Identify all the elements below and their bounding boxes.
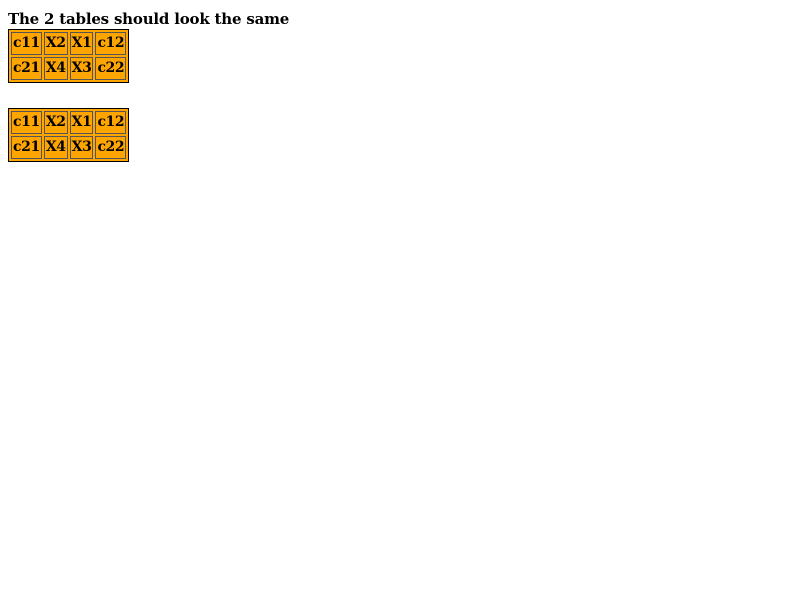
table-cell: X3	[69, 57, 94, 80]
table-cell: X3	[69, 136, 94, 159]
table-row: c21 X4 X3 c22	[11, 136, 127, 159]
table-first: c11 X2 X1 c12 c21 X4 X3 c22	[8, 29, 130, 83]
table-cell: c22	[95, 57, 127, 80]
table-cell: c22	[95, 136, 127, 159]
page-heading: The 2 tables should look the same	[8, 10, 290, 28]
table-cell: c21	[11, 136, 42, 159]
table-row: c11 X2 X1 c12	[11, 32, 127, 55]
table-row: c11 X2 X1 c12	[11, 111, 127, 134]
table-cell: c11	[11, 32, 42, 55]
table-cell: X2	[43, 111, 68, 134]
table-cell: c21	[11, 57, 42, 80]
table-cell: X4	[43, 57, 68, 80]
table-cell: c12	[95, 32, 127, 55]
table-row: c21 X4 X3 c22	[11, 57, 127, 80]
table-cell: X1	[69, 111, 94, 134]
table-cell: c11	[11, 111, 42, 134]
table-cell: X1	[69, 32, 94, 55]
table-cell: c12	[95, 111, 127, 134]
table-cell: X2	[43, 32, 68, 55]
table-second: c11 X2 X1 c12 c21 X4 X3 c22	[8, 108, 130, 162]
table-cell: X4	[43, 136, 68, 159]
